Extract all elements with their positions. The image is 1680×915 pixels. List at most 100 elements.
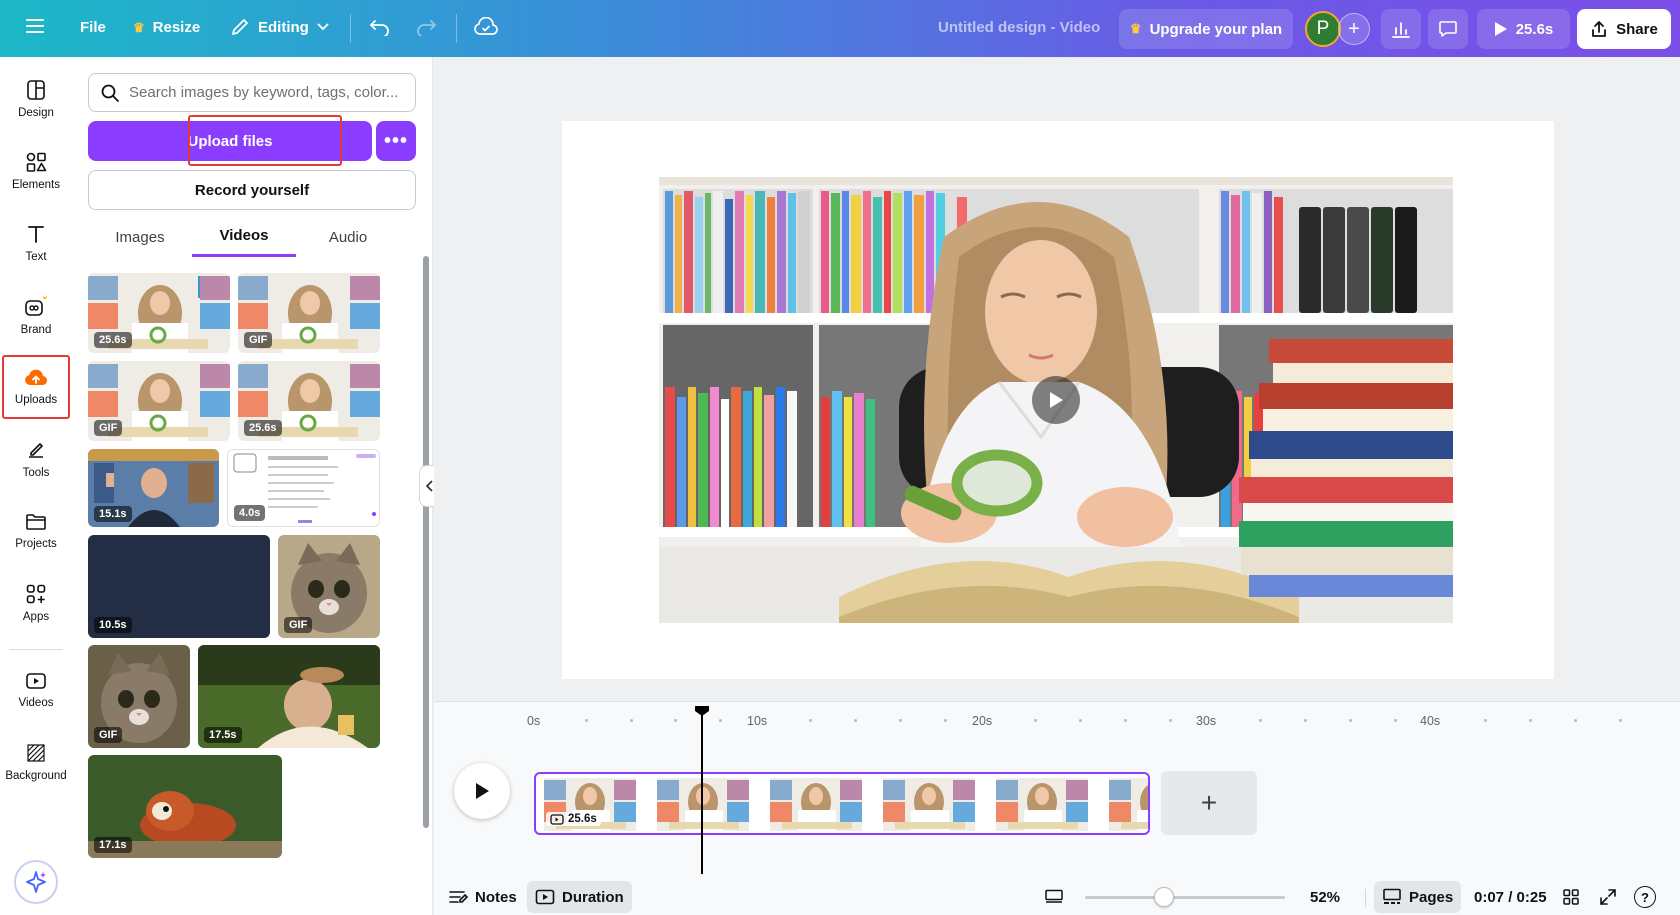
- hide-pages-button[interactable]: [1044, 881, 1064, 913]
- uploads-panel: Upload files ••• Record yourself Images …: [72, 57, 433, 915]
- search-input[interactable]: [129, 84, 399, 101]
- rail-item-projects[interactable]: Projects: [0, 499, 72, 563]
- ruler-tick: [674, 719, 677, 722]
- resize-label: Resize: [152, 19, 201, 36]
- menu-icon[interactable]: [26, 18, 44, 34]
- help-icon: ?: [1634, 886, 1656, 908]
- rail-item-design[interactable]: Design: [0, 67, 72, 131]
- play-duration: 25.6s: [1515, 20, 1554, 38]
- duration-badge: 10.5s: [94, 617, 132, 633]
- clip-duration: 25.6s: [568, 813, 597, 825]
- playhead[interactable]: [701, 709, 703, 874]
- undo-icon: [369, 20, 389, 36]
- share-button[interactable]: Share: [1577, 9, 1671, 49]
- bar-chart-icon: [1392, 22, 1410, 38]
- add-page-button[interactable]: +: [1161, 771, 1257, 835]
- duration-badge: 25.6s: [94, 332, 132, 348]
- video-thumbnail[interactable]: 25.6s: [88, 273, 230, 353]
- rail-item-background[interactable]: Background: [0, 730, 72, 794]
- rail-label: Apps: [22, 611, 50, 623]
- media-tabs: Images Videos Audio: [88, 217, 416, 257]
- redo-button[interactable]: [415, 18, 437, 36]
- design-title[interactable]: Untitled design - Video: [938, 19, 1100, 36]
- gif-badge: GIF: [284, 617, 313, 633]
- rail-item-tools[interactable]: Tools: [0, 427, 72, 491]
- tab-images[interactable]: Images: [88, 217, 192, 257]
- ruler-tick: [1124, 719, 1127, 722]
- rail-item-text[interactable]: Text: [0, 211, 72, 275]
- video-thumbnail[interactable]: 4.0s: [227, 449, 380, 527]
- magic-assistant-button[interactable]: [14, 860, 58, 904]
- notes-label: Notes: [475, 888, 517, 906]
- video-thumbnail[interactable]: 25.6s: [238, 361, 380, 441]
- tab-videos[interactable]: Videos: [192, 217, 296, 257]
- rail-item-apps[interactable]: Apps: [0, 571, 72, 635]
- chevron-down-icon: [317, 23, 329, 31]
- notes-button[interactable]: Notes: [448, 881, 517, 913]
- grid-view-button[interactable]: [1562, 881, 1580, 913]
- video-thumbnail[interactable]: GIF: [88, 361, 230, 441]
- sparkle-icon: [26, 871, 46, 893]
- file-label: File: [80, 19, 106, 36]
- video-thumbnail[interactable]: 15.1s: [88, 449, 219, 527]
- undo-button[interactable]: [369, 18, 391, 36]
- upgrade-plan-button[interactable]: ♛ Upgrade your plan: [1119, 9, 1293, 49]
- rail-item-brand[interactable]: Brand: [0, 283, 72, 347]
- divider: [456, 14, 457, 43]
- video-thumbnail[interactable]: 10.5s: [88, 535, 270, 638]
- ruler-tick: [944, 719, 947, 722]
- pages-button[interactable]: Pages: [1374, 881, 1462, 913]
- rail-item-elements[interactable]: Elements: [0, 139, 72, 203]
- timeline-play-button[interactable]: [454, 763, 510, 819]
- add-collaborator-button[interactable]: +: [1338, 13, 1370, 45]
- video-clip[interactable]: 25.6s: [534, 772, 1150, 835]
- video-thumbnail[interactable]: GIF: [88, 645, 190, 748]
- help-button[interactable]: ?: [1634, 881, 1656, 913]
- fullscreen-button[interactable]: [1599, 881, 1617, 913]
- play-icon: [1050, 392, 1063, 408]
- left-rail: Design Elements Text Brand Uploads Tools…: [0, 57, 72, 915]
- pages-label: Pages: [1409, 888, 1454, 906]
- ruler-tick: [854, 719, 857, 722]
- comments-button[interactable]: [1428, 9, 1468, 49]
- tab-audio[interactable]: Audio: [296, 217, 400, 257]
- video-thumbnail[interactable]: 17.1s: [88, 755, 282, 858]
- search-box[interactable]: [88, 73, 416, 112]
- more-options-button[interactable]: •••: [376, 121, 416, 161]
- ruler-tick: [1574, 719, 1577, 722]
- zoom-slider-track[interactable]: [1085, 896, 1285, 899]
- record-yourself-button[interactable]: Record yourself: [88, 170, 416, 210]
- rail-item-uploads[interactable]: Uploads: [2, 355, 70, 419]
- page-view-icon: [1045, 889, 1063, 903]
- ruler-tick: [1394, 719, 1397, 722]
- zoom-slider-thumb[interactable]: [1154, 887, 1174, 907]
- cloud-save-button[interactable]: [474, 17, 498, 37]
- file-menu[interactable]: File: [80, 19, 106, 36]
- rail-item-videos[interactable]: Videos: [0, 658, 72, 722]
- video-thumbnail[interactable]: GIF: [278, 535, 380, 638]
- panel-scrollbar[interactable]: [423, 256, 429, 828]
- elements-icon: [26, 152, 47, 172]
- resize-button[interactable]: ♛ Resize: [133, 19, 200, 36]
- avatar[interactable]: P: [1305, 11, 1341, 47]
- duration-button[interactable]: Duration: [527, 881, 632, 913]
- notes-icon: [449, 891, 468, 903]
- gif-badge: GIF: [94, 727, 123, 743]
- ruler-label: 40s: [1420, 714, 1441, 728]
- video-play-button[interactable]: [1032, 376, 1080, 424]
- insights-button[interactable]: [1381, 9, 1421, 49]
- video-thumbnail[interactable]: GIF: [238, 273, 380, 353]
- crown-icon: ♛: [133, 19, 145, 35]
- ruler-label: 10s: [747, 714, 768, 728]
- comment-icon: [1439, 21, 1457, 37]
- editing-dropdown[interactable]: Editing: [230, 17, 329, 37]
- upload-files-button[interactable]: Upload files: [88, 115, 372, 166]
- expand-icon: [1600, 889, 1616, 905]
- zoom-level[interactable]: 52%: [1310, 881, 1340, 913]
- video-thumbnail[interactable]: 17.5s: [198, 645, 380, 748]
- play-icon: [476, 783, 489, 799]
- present-play-button[interactable]: 25.6s: [1477, 9, 1570, 49]
- clip-filmstrip: [544, 778, 1148, 831]
- rail-divider: [9, 649, 63, 650]
- upgrade-label: Upgrade your plan: [1149, 20, 1283, 38]
